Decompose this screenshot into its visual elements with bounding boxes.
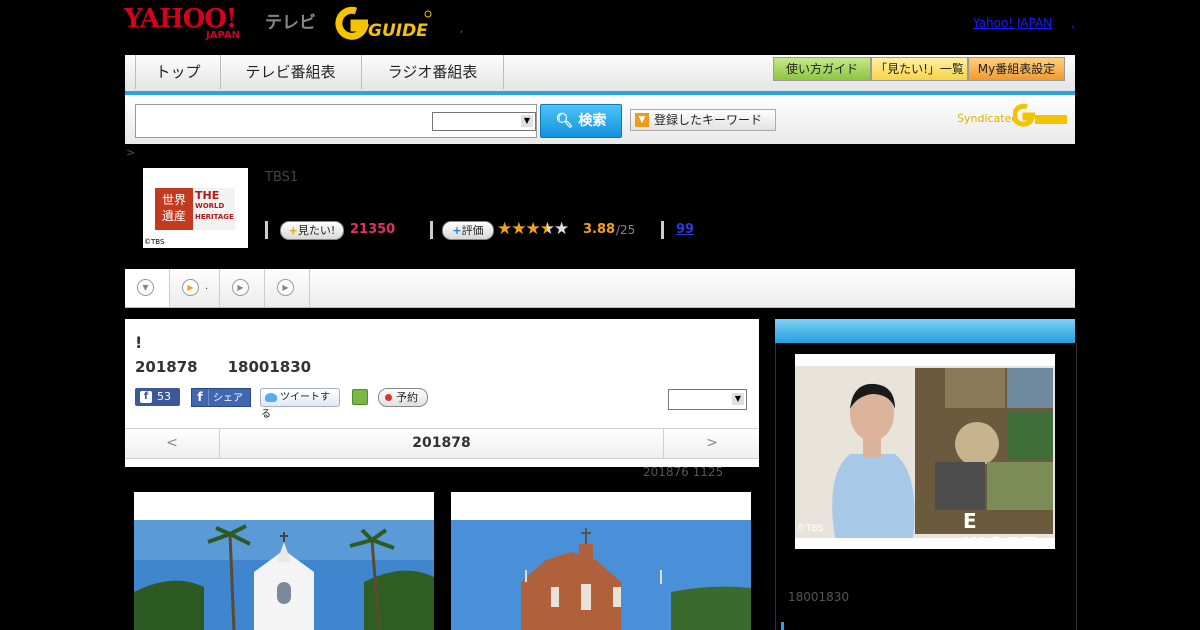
search-category-select[interactable]: ▼ xyxy=(432,112,536,131)
main-nav: トップ テレビ番組表 ラジオ番組表 使い方ガイド 「見たい!」一覧 My番組表設… xyxy=(125,55,1075,95)
rate-label: 評価 xyxy=(461,224,484,237)
rating-value: 3.88 xyxy=(583,222,616,237)
sidebar-time: 18001830 xyxy=(788,590,850,604)
search-button[interactable]: 🔍︎ 検索 xyxy=(540,104,622,138)
search-button-label: 検索 xyxy=(578,113,607,129)
add-calendar-icon[interactable] xyxy=(352,389,368,405)
yahoo-logo-text: YAHOO! xyxy=(124,4,237,34)
watchlist-button[interactable]: 「見たい!」一覧 xyxy=(871,57,968,81)
tab-details-label: . xyxy=(205,281,209,292)
gguide-logo[interactable]: GUIDE xyxy=(334,6,434,41)
play-icon: ▶ xyxy=(232,279,249,296)
plus-icon: + xyxy=(288,224,298,237)
facebook-icon: f xyxy=(140,391,152,403)
syndicated-gguide-logo: Syndicated xyxy=(957,103,1069,129)
star-icon: ★ xyxy=(525,219,541,239)
tv-logo-text[interactable]: テレビ xyxy=(265,8,316,33)
tab-overview[interactable]: ▼ xyxy=(125,269,170,307)
facebook-share-button[interactable]: f シェア xyxy=(191,388,251,407)
thumbnail-credit: ©TBS xyxy=(144,238,165,246)
reserve-recording-button[interactable]: 予約 xyxy=(378,388,428,407)
next-date-button[interactable]: > xyxy=(663,429,760,458)
yahoo-japan-link[interactable]: Yahoo! JAPAN xyxy=(973,16,1052,30)
program-date: 201878 xyxy=(135,358,198,376)
rating-max: /25 xyxy=(616,223,636,237)
world-heritage-english: THE WORLD HERITAGE xyxy=(195,190,234,223)
want-to-watch-label: 見たい! xyxy=(297,224,336,237)
saved-keywords-button[interactable]: ▼ 登録したキーワード xyxy=(630,109,776,131)
world-heritage-logo: 世界 遺産 THE WORLD HERITAGE xyxy=(155,188,235,230)
divider xyxy=(661,221,664,239)
program-datetime: 201878 18001830 xyxy=(135,358,341,376)
star-empty-icon: ★ xyxy=(554,219,569,239)
rating-stars: ★★★★★ xyxy=(497,219,569,239)
usage-guide-button[interactable]: 使い方ガイド xyxy=(773,57,871,81)
star-half-icon: ★ xyxy=(539,219,555,239)
divider xyxy=(265,221,268,239)
wh-title: THE xyxy=(195,189,220,202)
tab-radio-listings[interactable]: ラジオ番組表 xyxy=(362,55,504,89)
promo-credit: ©TBS xyxy=(797,524,824,534)
current-date: 201878 xyxy=(412,435,471,451)
channel-name: TBS1 xyxy=(265,170,299,185)
divider xyxy=(430,221,433,239)
twitter-bird-icon xyxy=(265,393,277,402)
yahoo-japan-logo[interactable]: YAHOO! JAPAN xyxy=(124,6,264,42)
tab-top[interactable]: トップ xyxy=(135,55,221,89)
date-navigation: < 201878 > xyxy=(125,428,759,459)
program-thumbnail[interactable]: 世界 遺産 THE WORLD HERITAGE ©TBS xyxy=(143,168,248,248)
heritage-photo-church-brick[interactable] xyxy=(451,492,751,630)
header-small-link[interactable]: , xyxy=(1071,16,1075,30)
reserve-label: 予約 xyxy=(396,391,418,404)
dropdown-icon: ▼ xyxy=(635,113,649,127)
tab-details[interactable]: ▶ . xyxy=(170,269,220,307)
search-icon: 🔍︎ xyxy=(555,113,574,129)
sidebar-accent-bar xyxy=(781,622,784,630)
rate-button[interactable]: +評価 xyxy=(442,221,494,240)
tab-cast[interactable]: ▶ xyxy=(220,269,265,307)
heritage-photo-church-white[interactable] xyxy=(134,492,434,630)
tab-episodes[interactable]: ▶ xyxy=(265,269,310,307)
promo-image[interactable]: ©TBS E WORT xyxy=(795,354,1055,549)
svg-text:GUIDE: GUIDE xyxy=(368,21,428,40)
record-dot-icon xyxy=(385,394,392,401)
my-listings-settings-button[interactable]: My番組表設定 xyxy=(968,57,1065,81)
facebook-like-button[interactable]: f 53 xyxy=(135,388,180,406)
saved-keywords-label: 登録したキーワード xyxy=(654,113,763,127)
breadcrumb[interactable]: > xyxy=(126,146,135,159)
star-icon: ★ xyxy=(497,219,512,239)
wh-sub1: WORLD xyxy=(195,202,225,210)
plus-icon: + xyxy=(452,224,462,237)
share-label: シェア xyxy=(213,393,243,404)
world-heritage-kanji: 世界 遺産 xyxy=(155,188,193,230)
chevron-down-icon: ▼ xyxy=(732,393,744,405)
tab-tv-listings[interactable]: テレビ番組表 xyxy=(220,55,362,89)
play-icon: ▶ xyxy=(277,279,294,296)
wh-sub2: HERITAGE xyxy=(195,213,234,221)
review-count-link[interactable]: 99 xyxy=(676,222,694,237)
sidebar-header xyxy=(775,319,1075,343)
program-title: ! xyxy=(135,333,143,352)
promo-text: E WORT xyxy=(963,509,1039,549)
play-icon: ▶ xyxy=(182,279,199,296)
previous-date-button[interactable]: < xyxy=(125,429,220,458)
facebook-like-count: 53 xyxy=(157,390,171,403)
syndicated-text: Syndicated xyxy=(957,112,1019,125)
kanji-line-2: 遺産 xyxy=(161,209,186,223)
updated-timestamp: 201876 1125 xyxy=(643,465,724,479)
japan-logo-text: JAPAN xyxy=(206,30,240,41)
chevron-down-icon: ▼ xyxy=(137,279,154,296)
facebook-icon: f xyxy=(192,389,209,406)
program-time: 18001830 xyxy=(227,358,312,376)
header-separator: , xyxy=(460,24,464,35)
star-icon: ★ xyxy=(511,219,526,239)
tweet-button[interactable]: ツイートする xyxy=(260,388,340,420)
want-to-watch-button[interactable]: +見たい! xyxy=(280,221,344,240)
kanji-line-1: 世界 xyxy=(161,193,186,207)
want-to-watch-count: 21350 xyxy=(350,222,396,237)
program-options-select[interactable]: ▼ xyxy=(668,389,747,410)
chevron-down-icon: ▼ xyxy=(521,115,533,127)
program-tab-strip: ▼ ▶ . ▶ ▶ xyxy=(125,269,1075,308)
